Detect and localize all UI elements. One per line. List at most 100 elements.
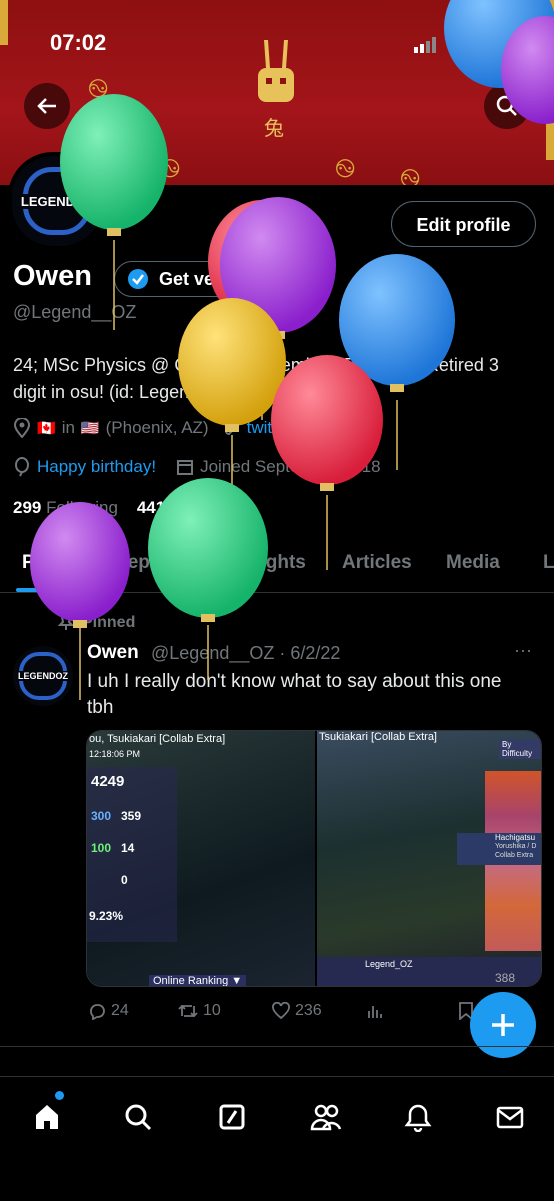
tab-media[interactable]: Media xyxy=(446,552,500,574)
media-image-right[interactable]: Tsukiakari [Collab Extra] By Difficulty … xyxy=(317,731,541,986)
accuracy-value: 9.23% xyxy=(89,909,124,923)
player-name: Legend_OZ xyxy=(365,959,413,969)
online-ranking-dropdown: Online Ranking ▼ xyxy=(149,975,247,986)
sort-label: By Difficulty xyxy=(499,739,541,759)
profile-tabs: Posts Replies Highlights Articles Media … xyxy=(0,540,554,593)
tweet-more-button[interactable]: ··· xyxy=(514,640,532,661)
profile-name: Owen xyxy=(13,260,92,292)
media-image-left[interactable]: ou, Tsukiakari [Collab Extra] 12:18:06 P… xyxy=(87,731,315,986)
battery-indicator: 100 xyxy=(486,33,522,53)
cloud-ornament: ࿊ xyxy=(400,163,421,185)
birthday-link[interactable]: Happy birthday! xyxy=(37,457,156,477)
selected-song-diff: Collab Extra xyxy=(495,852,534,859)
balloon-icon xyxy=(15,457,29,477)
tweet-avatar[interactable]: LEGENDOZ xyxy=(13,646,73,706)
selected-song-artist: Yorushika / D xyxy=(495,843,537,850)
website-link[interactable]: twitch.tv/legendoz xyxy=(247,418,382,438)
reply-button[interactable]: 24 xyxy=(88,1002,129,1020)
signal-icon xyxy=(414,37,436,53)
tab-articles[interactable]: Articles xyxy=(342,552,412,574)
retweet-button[interactable]: 10 xyxy=(178,1002,221,1020)
analytics-button[interactable] xyxy=(366,1002,384,1020)
followers-count: 441 xyxy=(136,498,166,517)
like-button[interactable]: 236 xyxy=(272,1002,322,1020)
count-miss-value: 0 xyxy=(121,873,128,887)
reply-count: 24 xyxy=(111,1002,129,1019)
tab-replies[interactable]: Replies xyxy=(114,552,182,574)
avatar-text: LEGENDOZ xyxy=(18,193,96,209)
nav-notifications[interactable] xyxy=(398,1097,438,1137)
tweet-avatar-text: LEGENDOZ xyxy=(18,671,69,681)
compose-post-button[interactable] xyxy=(470,992,536,1058)
canada-flag-icon: 🇨🇦 xyxy=(37,420,56,437)
count-100-label: 100 xyxy=(91,841,112,855)
link-icon xyxy=(224,420,239,436)
location-in: in xyxy=(61,418,75,437)
edit-profile-button[interactable]: Edit profile xyxy=(391,201,536,247)
count-100-value: 14 xyxy=(121,841,135,855)
joined-date: Joined September 2018 xyxy=(200,457,381,476)
count-300-value: 359 xyxy=(121,809,142,823)
search-icon xyxy=(496,95,517,116)
followers-link[interactable]: 441 Followers xyxy=(137,498,243,517)
following-count: 299 xyxy=(13,498,42,517)
like-count: 236 xyxy=(295,1002,322,1019)
pinned-indicator: Pinned xyxy=(58,614,135,632)
profile-handle: @Legend__OZ xyxy=(13,302,137,322)
like-icon xyxy=(272,1002,290,1020)
tweet-avatar-logo: LEGENDOZ xyxy=(18,652,69,700)
followers-label: Followers xyxy=(169,498,243,517)
tab-likes[interactable]: Likes xyxy=(543,552,554,574)
get-verified-button[interactable]: Get verified xyxy=(114,261,271,297)
search-button[interactable] xyxy=(484,83,530,129)
nav-grok[interactable] xyxy=(212,1097,252,1137)
profile-avatar[interactable]: LEGENDOZ xyxy=(8,152,106,250)
nav-communities[interactable] xyxy=(306,1097,346,1137)
retweet-count: 10 xyxy=(203,1002,221,1019)
selected-song-title: Hachigatsu xyxy=(495,833,536,842)
tab-highlights[interactable]: Highlights xyxy=(213,552,306,574)
notifications-icon xyxy=(404,1104,432,1132)
status-time: 07:02 xyxy=(50,30,107,55)
location-pin-icon xyxy=(13,418,31,438)
get-verified-label: Get verified xyxy=(159,268,259,289)
back-arrow-icon xyxy=(37,98,56,114)
plus-icon xyxy=(492,1014,514,1036)
profile-bio: 24; MSc Physics @ Queen's U; Semicon Eng… xyxy=(13,355,499,402)
bottom-navigation xyxy=(0,1076,554,1201)
cloud-ornament: ࿊ xyxy=(160,153,181,183)
follow-stats: 299 Following 441 Followers xyxy=(13,498,243,518)
tweet-media[interactable]: ou, Tsukiakari [Collab Extra] 12:18:06 P… xyxy=(86,730,542,987)
following-label: Following xyxy=(46,498,118,517)
analytics-icon xyxy=(368,1006,382,1018)
messages-icon xyxy=(496,1106,524,1129)
pinned-label: Pinned xyxy=(82,614,136,631)
nav-messages[interactable] xyxy=(490,1097,530,1137)
location-text: (Phoenix, AZ) xyxy=(105,418,209,437)
cloud-ornament: ࿊ xyxy=(335,153,356,183)
us-flag-icon: 🇺🇸 xyxy=(80,420,100,437)
count-300-label: 300 xyxy=(91,809,112,823)
tweet-author-name[interactable]: Owen xyxy=(87,642,139,664)
home-unread-dot xyxy=(55,1091,64,1100)
following-link[interactable]: 299 Following xyxy=(13,498,118,517)
avatar-logo: LEGENDOZ xyxy=(18,167,96,235)
beatmap-count: 388 xyxy=(495,971,516,985)
tab-posts[interactable]: Posts xyxy=(22,552,74,574)
wifi-icon xyxy=(451,37,475,53)
search-icon xyxy=(125,1104,152,1131)
retweet-icon xyxy=(178,1004,198,1018)
nav-home[interactable] xyxy=(27,1097,67,1137)
back-button[interactable] xyxy=(24,83,70,129)
communities-icon xyxy=(310,1104,342,1131)
tab-active-indicator xyxy=(16,588,82,592)
calendar-icon xyxy=(177,460,194,475)
grok-icon xyxy=(219,1104,245,1130)
home-icon xyxy=(36,1105,58,1129)
nav-search[interactable] xyxy=(118,1097,158,1137)
left-map-title: ou, Tsukiakari [Collab Extra] xyxy=(89,733,226,745)
verified-badge-icon xyxy=(128,269,148,289)
profile-dates-row: Happy birthday! Joined September 2018 xyxy=(13,457,381,477)
banner-character: 兔 xyxy=(264,116,284,140)
right-map-title: Tsukiakari [Collab Extra] xyxy=(319,731,437,743)
